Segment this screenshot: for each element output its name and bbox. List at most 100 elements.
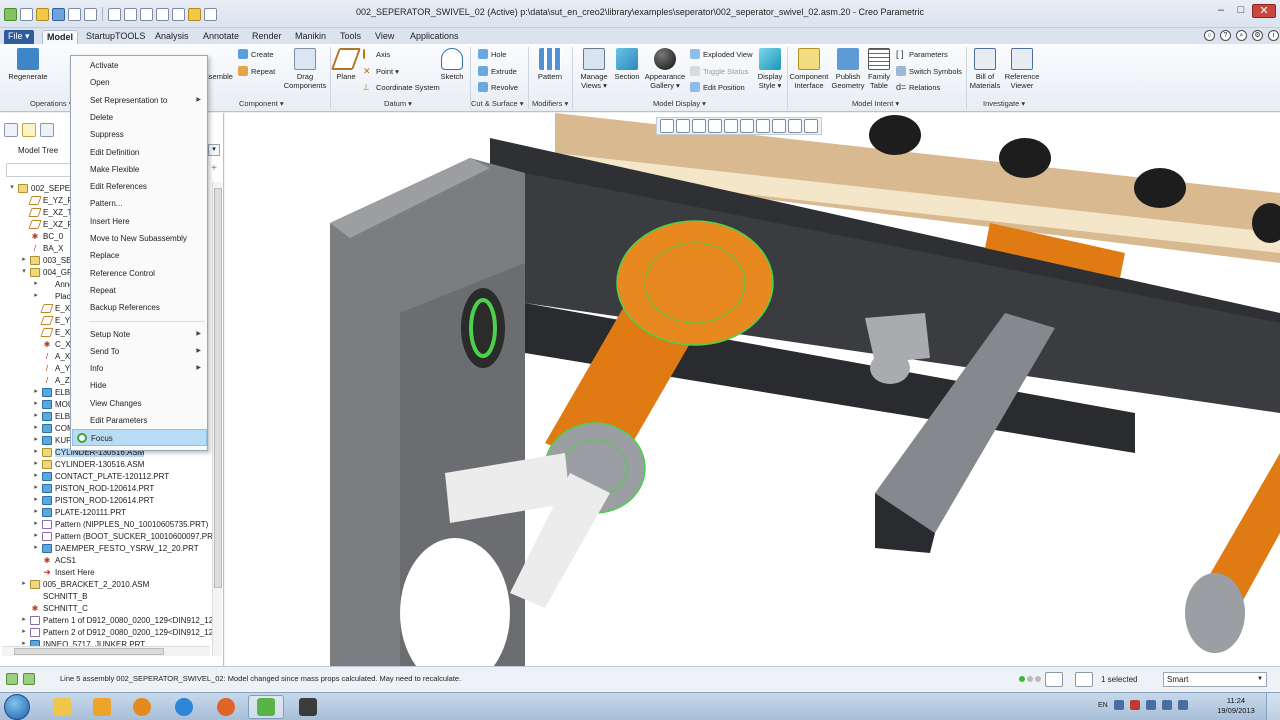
tree-item[interactable]: E_XY — [32, 326, 75, 338]
bill-of-materials-button[interactable]: Bill of Materials — [968, 48, 1002, 90]
tree-item[interactable]: / A_Z — [32, 374, 70, 386]
operations-group-label[interactable]: Operations ▾ — [30, 99, 73, 108]
tree-item[interactable]: ✱ C_X0 — [32, 338, 75, 350]
menu-item-info[interactable]: Info ▶ — [72, 360, 207, 377]
settings-icon[interactable]: ⚙ — [1252, 30, 1263, 41]
tree-item[interactable]: SCHNITT_B — [20, 590, 87, 602]
view-manager-icon[interactable] — [756, 119, 770, 133]
appearance-gallery-button[interactable]: Appearance Gallery ▾ — [643, 48, 687, 90]
sketch-button[interactable]: Sketch — [438, 48, 466, 81]
tree-settings-icon[interactable]: ▾ — [208, 144, 220, 156]
repeat-button[interactable]: Repeat — [238, 66, 275, 76]
firefox-taskbar-button[interactable] — [208, 695, 244, 719]
expand-icon[interactable]: ▸ — [20, 616, 28, 624]
menu-item-view-changes[interactable]: View Changes — [72, 395, 207, 412]
clock[interactable]: 11:24 19/09/2013 — [1214, 696, 1258, 716]
refit-icon[interactable] — [660, 119, 674, 133]
expand-icon[interactable]: ▸ — [32, 532, 40, 540]
edit-position-button[interactable]: Edit Position — [690, 82, 745, 92]
tab-annotate[interactable]: Annotate — [199, 30, 243, 44]
tree-item[interactable]: ▸ PISTON_ROD-120614.PRT — [32, 494, 154, 506]
tree-item[interactable]: ▸ 005_BRACKET_2_2010.ASM — [20, 578, 149, 590]
tab-view[interactable]: View — [371, 30, 398, 44]
menu-item-open[interactable]: Open — [72, 74, 207, 91]
tab-render[interactable]: Render — [248, 30, 286, 44]
model-viewport[interactable] — [225, 113, 1280, 666]
expand-icon[interactable]: ▸ — [32, 388, 40, 396]
selected-count[interactable]: 1 selected — [1101, 675, 1137, 684]
family-table-button[interactable]: Family Table — [866, 48, 892, 90]
regen-manager-icon[interactable] — [1045, 672, 1063, 687]
display-style-icon[interactable] — [724, 119, 738, 133]
expand-icon[interactable]: ▸ — [20, 580, 28, 588]
tab-startuptools[interactable]: StartupTOOLS — [82, 30, 149, 44]
create-button[interactable]: Create — [238, 49, 274, 59]
reference-viewer-button[interactable]: Reference Viewer — [1004, 48, 1040, 90]
expand-icon[interactable]: ▸ — [32, 472, 40, 480]
expand-icon[interactable]: ▸ — [32, 436, 40, 444]
component-interface-button[interactable]: Component Interface — [789, 48, 829, 90]
creo-taskbar-button[interactable] — [248, 695, 284, 719]
selection-list-icon[interactable] — [1075, 672, 1093, 687]
menu-item-insert-here[interactable]: Insert Here — [72, 213, 207, 230]
recorder-taskbar-button[interactable] — [290, 695, 326, 719]
model-display-group-label[interactable]: Model Display ▾ — [653, 99, 706, 108]
maximize-button[interactable]: □ — [1232, 4, 1250, 18]
tree-item[interactable]: / BA_X — [20, 242, 64, 254]
investigate-group-label[interactable]: Investigate ▾ — [983, 99, 1025, 108]
tree-item[interactable]: ➜ Insert Here — [32, 566, 94, 578]
tree-item[interactable]: ▸ CONTACT_PLATE-120112.PRT — [32, 470, 169, 482]
expand-icon[interactable]: ▸ — [32, 496, 40, 504]
menu-item-make-flexible[interactable]: Make Flexible — [72, 161, 207, 178]
collapse-icon[interactable]: ▾ — [8, 184, 16, 192]
tree-item[interactable]: ✱ BC_0 — [20, 230, 63, 242]
expand-icon[interactable]: ▸ — [32, 424, 40, 432]
tree-item[interactable]: / A_X — [32, 350, 70, 362]
pattern-button[interactable]: Pattern — [534, 48, 566, 81]
network-icon[interactable] — [1161, 700, 1172, 710]
tray-app-icon[interactable] — [1113, 700, 1124, 710]
expand-icon[interactable]: ▸ — [32, 508, 40, 516]
tree-vertical-scrollbar[interactable] — [212, 182, 222, 656]
internet-explorer-taskbar-button[interactable] — [166, 695, 202, 719]
tree-item[interactable]: ▸ Pattern 2 of D912_0080_0200_129<DIN912_… — [20, 626, 213, 638]
exploded-view-button[interactable]: Exploded View — [690, 49, 752, 59]
tab-manikin[interactable]: Manikin — [291, 30, 330, 44]
datum-display-icon[interactable] — [788, 119, 802, 133]
folder-browser-tab-icon[interactable] — [22, 123, 36, 137]
zoom-in-icon[interactable] — [676, 119, 690, 133]
component-group-label[interactable]: Component ▾ — [239, 99, 284, 108]
datum-group-label[interactable]: Datum ▾ — [384, 99, 412, 108]
plane-button[interactable]: Plane — [330, 48, 362, 81]
revolve-button[interactable]: Revolve — [478, 82, 518, 92]
tree-item[interactable]: ▸ DAEMPER_FESTO_YSRW_12_20.PRT — [32, 542, 199, 554]
close-button[interactable]: ✕ — [1252, 4, 1276, 18]
tree-item[interactable]: E_XZ — [32, 302, 75, 314]
menu-item-hide[interactable]: Hide — [72, 377, 207, 394]
menu-item-setup-note[interactable]: Setup Note ▶ — [72, 326, 207, 343]
tree-item[interactable]: ▸ CYLINDER-130516.ASM — [32, 458, 144, 470]
perspective-icon[interactable] — [772, 119, 786, 133]
expand-icon[interactable]: ▸ — [20, 256, 28, 264]
explorer-taskbar-button[interactable] — [44, 695, 80, 719]
coordinate-system-button[interactable]: ⟂ Coordinate System — [363, 82, 440, 92]
tab-tools[interactable]: Tools — [336, 30, 365, 44]
add-column-icon[interactable]: + — [208, 164, 220, 176]
menu-item-set-representation-to[interactable]: Set Representation to ▶ — [72, 92, 207, 109]
model-tree-tab-icon[interactable] — [4, 123, 18, 137]
menu-item-backup-references[interactable]: Backup References — [72, 299, 207, 316]
volume-icon[interactable] — [1177, 700, 1188, 710]
tree-item[interactable]: ▸ Pattern 1 of D912_0080_0200_129<DIN912_… — [20, 614, 213, 626]
expand-icon[interactable]: ▸ — [32, 412, 40, 420]
outlook-taskbar-button[interactable] — [84, 695, 120, 719]
expand-icon[interactable]: ▸ — [20, 628, 28, 636]
cut-surface-group-label[interactable]: Cut & Surface ▾ — [471, 99, 524, 108]
switch-symbols-button[interactable]: Switch Symbols — [896, 66, 962, 76]
modifiers-group-label[interactable]: Modifiers ▾ — [532, 99, 568, 108]
menu-item-send-to[interactable]: Send To ▶ — [72, 343, 207, 360]
menu-item-reference-control[interactable]: Reference Control — [72, 265, 207, 282]
tab-model[interactable]: Model — [42, 30, 78, 44]
scroll-thumb[interactable] — [14, 648, 164, 655]
show-desktop-button[interactable] — [1266, 693, 1280, 720]
expand-icon[interactable]: ▸ — [32, 520, 40, 528]
